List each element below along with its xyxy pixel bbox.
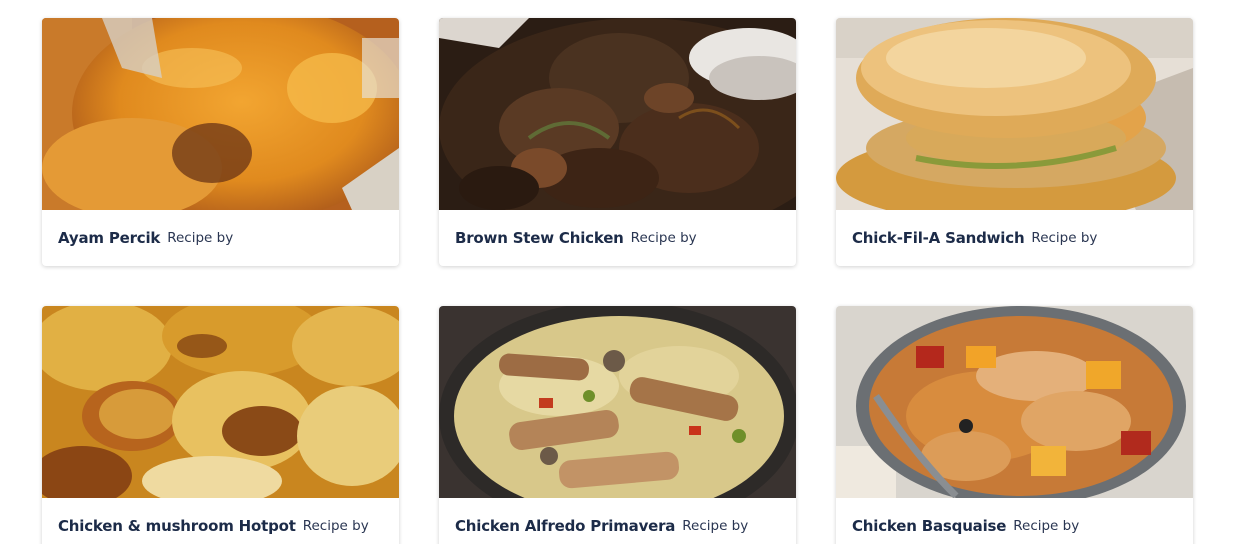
recipe-image[interactable]	[439, 18, 796, 210]
recipe-byline: Recipe by	[682, 518, 749, 534]
recipe-image[interactable]	[42, 306, 399, 498]
recipe-caption: Ayam Percik Recipe by	[42, 210, 399, 266]
recipe-byline: Recipe by	[167, 230, 234, 246]
recipe-byline: Recipe by	[1013, 518, 1080, 534]
recipe-card-chicken-mushroom-hotpot[interactable]: Chicken & mushroom Hotpot Recipe by	[42, 306, 399, 544]
recipe-title[interactable]: Chicken & mushroom Hotpot	[58, 517, 296, 535]
recipe-image[interactable]	[836, 306, 1193, 498]
recipe-title[interactable]: Chick-Fil-A Sandwich	[852, 229, 1025, 247]
recipe-caption: Brown Stew Chicken Recipe by	[439, 210, 796, 266]
recipe-card-ayam-percik[interactable]: Ayam Percik Recipe by	[42, 18, 399, 266]
recipe-card-chicken-basquaise[interactable]: Chicken Basquaise Recipe by	[836, 306, 1193, 544]
recipe-title[interactable]: Ayam Percik	[58, 229, 160, 247]
recipe-title[interactable]: Brown Stew Chicken	[455, 229, 624, 247]
recipe-grid: Ayam Percik Recipe by Brown Stew Chicken…	[0, 0, 1238, 544]
recipe-image[interactable]	[836, 18, 1193, 210]
recipe-card-chick-fil-a-sandwich[interactable]: Chick-Fil-A Sandwich Recipe by	[836, 18, 1193, 266]
recipe-card-chicken-alfredo-primavera[interactable]: Chicken Alfredo Primavera Recipe by	[439, 306, 796, 544]
recipe-caption: Chicken Alfredo Primavera Recipe by	[439, 498, 796, 544]
recipe-caption: Chick-Fil-A Sandwich Recipe by	[836, 210, 1193, 266]
recipe-image[interactable]	[42, 18, 399, 210]
recipe-title[interactable]: Chicken Alfredo Primavera	[455, 517, 675, 535]
recipe-byline: Recipe by	[302, 518, 369, 534]
recipe-card-brown-stew-chicken[interactable]: Brown Stew Chicken Recipe by	[439, 18, 796, 266]
recipe-title[interactable]: Chicken Basquaise	[852, 517, 1006, 535]
recipe-byline: Recipe by	[1031, 230, 1098, 246]
recipe-image[interactable]	[439, 306, 796, 498]
recipe-caption: Chicken & mushroom Hotpot Recipe by	[42, 498, 399, 544]
recipe-caption: Chicken Basquaise Recipe by	[836, 498, 1193, 544]
recipe-byline: Recipe by	[630, 230, 697, 246]
